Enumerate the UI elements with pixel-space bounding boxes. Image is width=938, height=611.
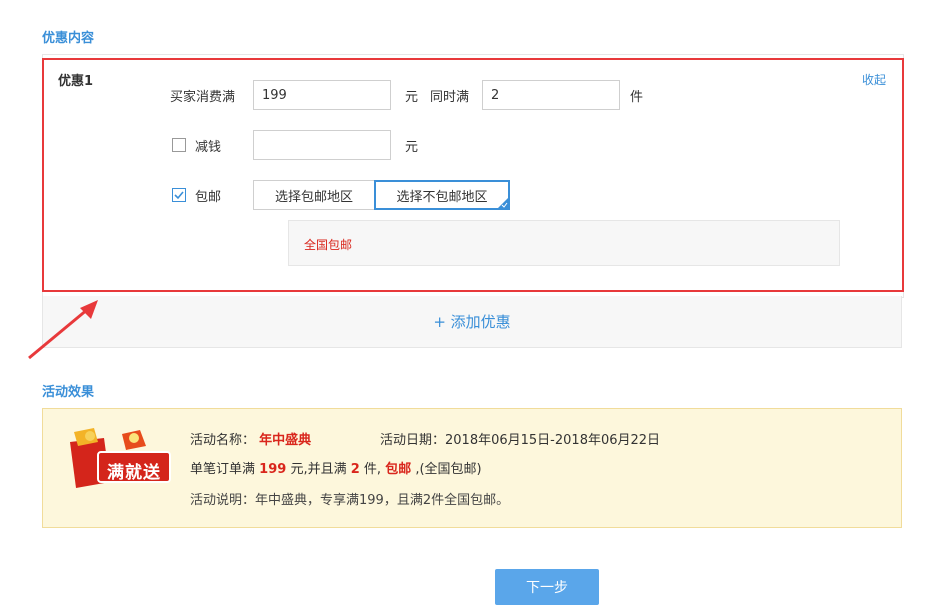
gift-badge: 满就送 [64, 424, 172, 496]
spend-amount-input[interactable]: 199 [253, 80, 391, 110]
collapse-link[interactable]: 收起 [862, 71, 886, 88]
select-excluded-region-label: 选择不包邮地区 [396, 189, 488, 205]
select-excluded-region-button[interactable]: 选择不包邮地区 [374, 180, 510, 210]
checkmark-icon [174, 191, 184, 200]
rule-unit: 件, [363, 462, 382, 477]
rule-free: 包邮 [385, 462, 412, 477]
section-title-effect: 活动效果 [42, 385, 95, 400]
add-promo-button[interactable]: + 添加优惠 [42, 296, 902, 348]
activity-name-label: 活动名称： [190, 433, 256, 448]
select-free-region-button[interactable]: 选择包邮地区 [253, 180, 375, 210]
section-title-promo: 优惠内容 [42, 31, 95, 46]
rule-prefix: 单笔订单满 [190, 462, 256, 477]
activity-desc-label: 活动说明： [190, 493, 256, 508]
badge-text: 满就送 [107, 463, 161, 483]
yuan-unit-label: 元 [405, 90, 419, 105]
quantity-input[interactable]: 2 [482, 80, 620, 110]
meanwhile-label: 同时满 [430, 90, 470, 105]
free-shipping-label: 包邮 [195, 190, 222, 205]
rule-amount: 199 [259, 462, 287, 477]
selected-corner-icon [498, 198, 508, 208]
next-step-button[interactable]: 下一步 [495, 569, 599, 605]
rule-qty: 2 [350, 462, 360, 477]
discount-amount-input[interactable] [253, 130, 391, 160]
buyer-spend-label: 买家消费满 [170, 90, 236, 105]
region-display: 全国包邮 [288, 220, 840, 266]
activity-desc-value: 年中盛典，专享满199，且满2件全国包邮。 [255, 493, 510, 508]
activity-name-value: 年中盛典 [259, 433, 312, 448]
activity-name-line: 活动名称： 年中盛典 [190, 429, 311, 448]
free-shipping-checkbox[interactable] [172, 188, 186, 202]
rule-suffix: ,(全国包邮) [415, 462, 482, 477]
activity-date-label: 活动日期： [380, 433, 446, 448]
activity-date-line: 活动日期：2018年06月15日-2018年06月22日 [380, 429, 660, 448]
activity-rule-line: 单笔订单满 199 元,并且满 2 件, 包邮 ,(全国包邮) [190, 458, 482, 477]
discount-label: 减钱 [195, 140, 222, 155]
discount-yuan-label: 元 [405, 140, 419, 155]
promo-name: 优惠1 [58, 74, 94, 89]
region-text: 全国包邮 [304, 238, 353, 252]
activity-date-value: 2018年06月15日-2018年06月22日 [445, 433, 661, 448]
piece-unit-label: 件 [630, 90, 644, 105]
activity-desc-line: 活动说明：年中盛典，专享满199，且满2件全国包邮。 [190, 489, 509, 508]
rule-mid: 元,并且满 [290, 462, 347, 477]
pointer-arrow-icon [28, 300, 98, 360]
discount-checkbox[interactable] [172, 138, 186, 152]
